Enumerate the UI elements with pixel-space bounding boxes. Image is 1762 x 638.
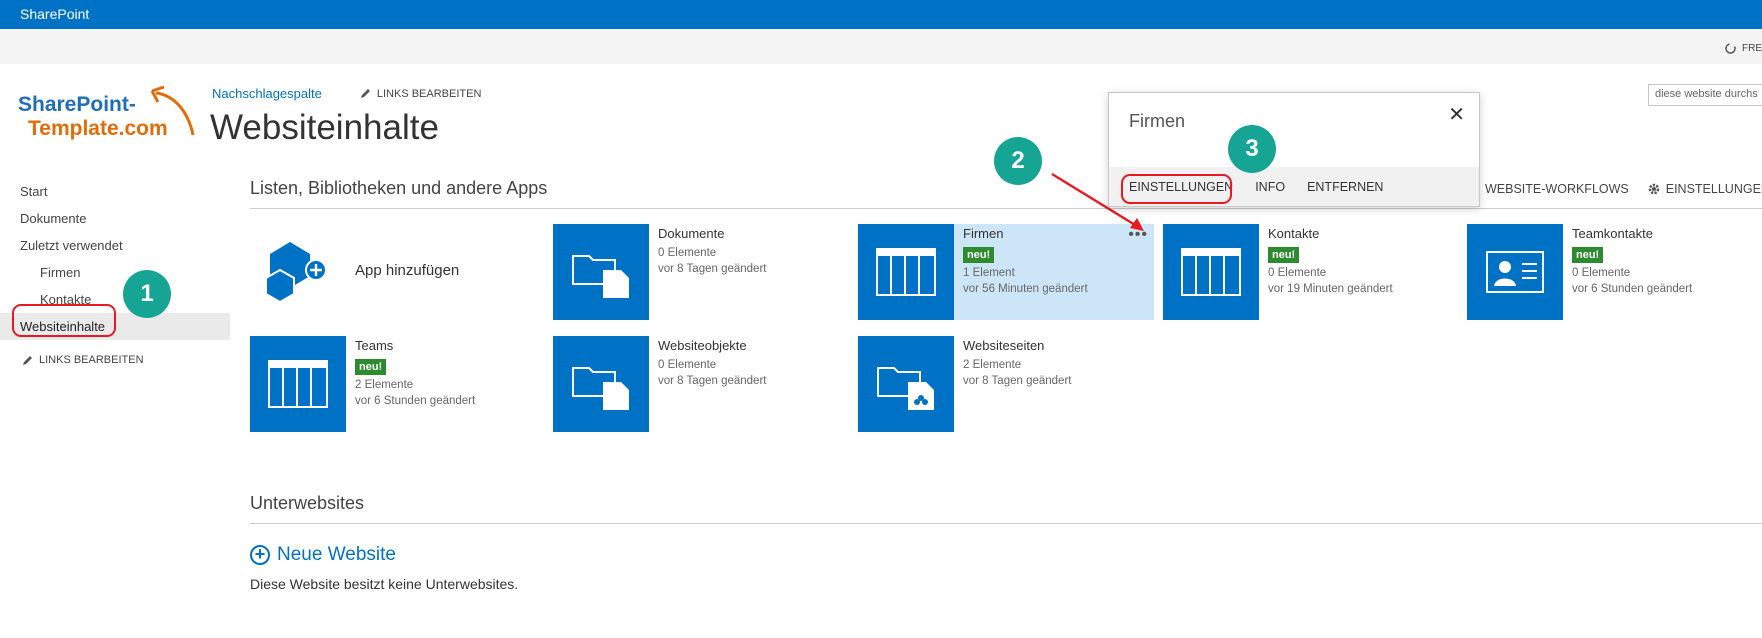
nav-item-start[interactable]: Start [0, 178, 230, 205]
callout-remove-button[interactable]: ENTFERNEN [1307, 180, 1383, 194]
app-tile-websiteobjekte[interactable]: Websiteobjekte 0 Elemente vor 8 Tagen ge… [553, 336, 849, 432]
new-site-label: Neue Website [277, 544, 396, 565]
step-2-badge: 2 [994, 137, 1042, 185]
callout-info-button[interactable]: INFO [1255, 180, 1285, 194]
app-tile-kontakte[interactable]: Kontakte neu! 0 Elemente vor 19 Minuten … [1163, 224, 1459, 320]
tile-changed: vor 6 Stunden geändert [355, 395, 476, 407]
tile-name[interactable]: Teams [355, 338, 540, 353]
app-tile-firmen[interactable]: Firmen neu! 1 Element vor 56 Minuten geä… [858, 224, 1154, 320]
tile-count: 0 Elemente [658, 359, 717, 371]
site-logo[interactable]: SharePoint- Template.com [18, 85, 208, 153]
highlight-einstellungen [1121, 174, 1232, 204]
pencil-icon [23, 355, 32, 365]
tile-name[interactable]: Websiteseiten [963, 338, 1148, 353]
workflows-label: WEBSITE-WORKFLOWS [1485, 182, 1629, 196]
highlight-websiteinhalte [12, 304, 116, 337]
tile-name[interactable]: Dokumente [658, 226, 843, 241]
sync-icon [1725, 43, 1736, 54]
tile-count: 0 Elemente [658, 247, 717, 259]
step-1-badge: 1 [123, 270, 171, 318]
search-input[interactable]: diese website durchs [1648, 84, 1762, 106]
app-tile-dokumente[interactable]: Dokumente 0 Elemente vor 8 Tagen geänder… [553, 224, 849, 320]
add-app-tile[interactable]: App hinzufügen [250, 224, 546, 320]
tile-count: 0 Elemente [1572, 267, 1631, 279]
contact-card-icon [1467, 224, 1563, 320]
logo-arrow-icon [150, 85, 195, 136]
app-tile-teams[interactable]: Teams neu! 2 Elemente vor 6 Stunden geän… [250, 336, 546, 432]
content-toolbar: WEBSITE-WORKFLOWS EINSTELLUNGEN [1470, 182, 1762, 196]
tile-changed: vor 6 Stunden geändert [1572, 283, 1693, 295]
tile-count: 2 Elemente [355, 379, 414, 391]
logo-line2: Template.com [28, 117, 168, 140]
settings-button[interactable]: EINSTELLUNGEN [1647, 182, 1762, 196]
nav-item-dokumente[interactable]: Dokumente [0, 205, 230, 232]
list-icon [1163, 224, 1259, 320]
pencil-icon [360, 89, 370, 98]
tile-name[interactable]: Websiteobjekte [658, 338, 843, 353]
brand-link[interactable]: SharePoint [20, 6, 89, 22]
list-icon [858, 224, 954, 320]
breadcrumb: Nachschlagespalte LINKS BEARBEITEN [212, 86, 481, 101]
tile-count: 2 Elemente [963, 359, 1022, 371]
nav-item-recent[interactable]: Zuletzt verwendet [0, 232, 230, 259]
workflows-button[interactable]: WEBSITE-WORKFLOWS [1470, 182, 1629, 196]
page-title: Websiteinhalte [210, 108, 439, 147]
logo-line1: SharePoint- [18, 93, 136, 116]
site-pages-icon [858, 336, 954, 432]
edit-links-nav[interactable]: LINKS BEARBEITEN [0, 354, 230, 366]
subsites-section-title: Unterwebsites [250, 493, 1762, 524]
step-3-badge: 3 [1228, 125, 1276, 173]
list-icon [250, 336, 346, 432]
new-badge: neu! [1268, 247, 1300, 263]
callout-title: Firmen [1129, 111, 1186, 131]
ribbon: FRE [0, 29, 1762, 64]
no-subsites-text: Diese Website besitzt keine Unterwebsite… [250, 576, 519, 592]
tile-changed: vor 8 Tagen geändert [963, 375, 1072, 387]
tile-changed: vor 56 Minuten geändert [963, 283, 1088, 295]
quick-launch: Start Dokumente Zuletzt verwendet Firmen… [0, 178, 230, 366]
new-badge: neu! [1572, 247, 1604, 263]
share-button[interactable]: FRE [1724, 42, 1762, 55]
app-tile-teamkontakte[interactable]: Teamkontakte neu! 0 Elemente vor 6 Stund… [1467, 224, 1762, 320]
gear-icon [1648, 183, 1660, 195]
tile-name[interactable]: Teamkontakte [1572, 226, 1757, 241]
tile-count: 1 Element [963, 267, 1015, 279]
tile-changed: vor 8 Tagen geändert [658, 375, 767, 387]
share-label: FRE [1742, 43, 1762, 54]
library-icon [553, 224, 649, 320]
add-app-label: App hinzufügen [355, 262, 460, 279]
add-circle-icon: + [250, 545, 270, 565]
new-badge: neu! [963, 247, 995, 263]
edit-links-top-label: LINKS BEARBEITEN [376, 87, 482, 100]
add-app-icon [265, 242, 327, 304]
new-site-link[interactable]: + Neue Website [250, 544, 396, 566]
edit-links-nav-label: LINKS BEARBEITEN [39, 354, 144, 366]
app-tile-websiteseiten[interactable]: Websiteseiten 2 Elemente vor 8 Tagen geä… [858, 336, 1154, 432]
tile-name[interactable]: Kontakte [1268, 226, 1453, 241]
suite-bar: SharePoint [0, 0, 1762, 29]
nav-item-firmen[interactable]: Firmen [0, 259, 230, 286]
tile-changed: vor 19 Minuten geändert [1268, 283, 1393, 295]
edit-links-top[interactable]: LINKS BEARBEITEN [360, 87, 482, 100]
tile-count: 0 Elemente [1268, 267, 1327, 279]
close-icon[interactable]: ✕ [1448, 102, 1465, 127]
breadcrumb-link[interactable]: Nachschlagespalte [212, 86, 322, 101]
tile-changed: vor 8 Tagen geändert [658, 263, 767, 275]
settings-label: EINSTELLUNGEN [1665, 182, 1762, 196]
library-icon [553, 336, 649, 432]
new-badge: neu! [355, 359, 387, 375]
